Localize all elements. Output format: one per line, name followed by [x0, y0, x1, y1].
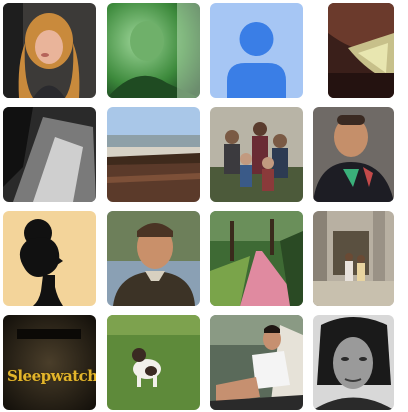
avatar-tile[interactable] [328, 3, 394, 98]
avatar-tile[interactable] [313, 211, 394, 306]
avatar-closeup-selfie [328, 3, 394, 98]
avatar-default-placeholder [210, 3, 303, 98]
avatar-man-dark-shirt [313, 107, 394, 202]
avatar-girls-courtyard [313, 211, 394, 306]
avatar-tile[interactable] [210, 315, 303, 410]
avatar-tile[interactable] [3, 211, 96, 306]
avatar-woman-blonde [3, 3, 96, 98]
avatar-tile[interactable] [210, 3, 303, 98]
cover-title: Sleepwatcher [7, 367, 96, 385]
avatar-tile[interactable] [313, 107, 394, 202]
avatar-woman-silhouette-drawing [3, 211, 96, 306]
avatar-tile[interactable] [3, 107, 96, 202]
avatar-man-reclining [210, 315, 303, 410]
avatar-tile[interactable] [107, 315, 200, 410]
avatar-abstract-bw [3, 107, 96, 202]
avatar-dog-on-grass [107, 315, 200, 410]
avatar-tile[interactable]: Sleepwatcher [3, 315, 96, 410]
avatar-man-outdoor [107, 211, 200, 306]
avatar-tile[interactable] [210, 211, 303, 306]
avatar-man-green-filter [107, 3, 200, 98]
avatar-tile[interactable] [107, 211, 200, 306]
avatar-tile[interactable] [107, 107, 200, 202]
avatar-sleepwatcher-cover [3, 315, 96, 410]
avatar-garden-path [210, 211, 303, 306]
avatar-seaside-landscape [107, 107, 200, 202]
avatar-family-group [210, 107, 303, 202]
avatar-tile[interactable] [107, 3, 200, 98]
avatar-tile[interactable] [3, 3, 96, 98]
avatar-tile[interactable] [210, 107, 303, 202]
avatar-tile[interactable] [313, 315, 394, 410]
avatar-woman-bw-portrait [313, 315, 394, 410]
